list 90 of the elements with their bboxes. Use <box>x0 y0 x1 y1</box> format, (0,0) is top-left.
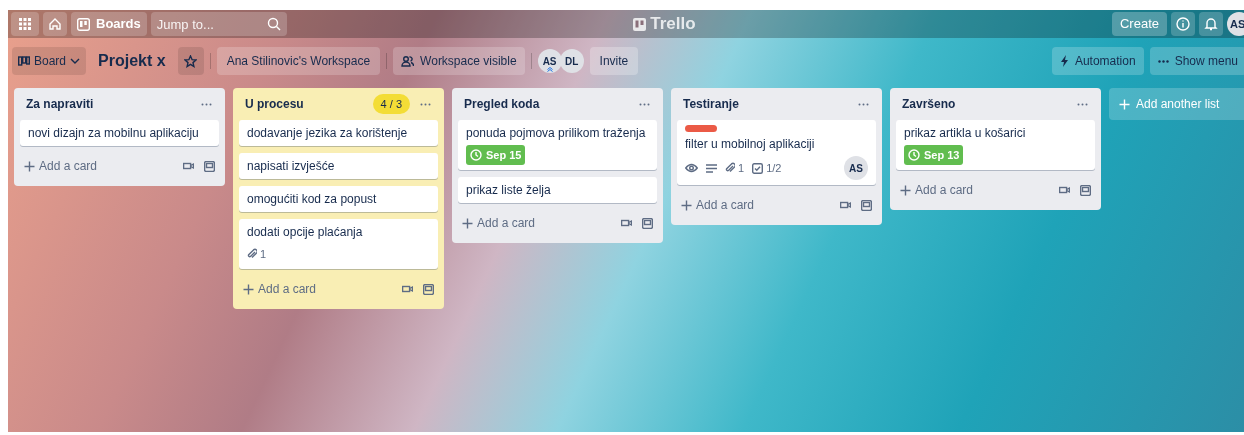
template-icon <box>642 217 653 229</box>
plus-icon <box>462 217 473 229</box>
card-title: ponuda pojmova prilikom traženja <box>466 125 647 141</box>
checklist-count: 1/2 <box>766 160 782 176</box>
more-icon <box>200 102 212 106</box>
board-title: Projekt x <box>97 51 167 71</box>
add-card-button[interactable]: Add a card <box>243 280 392 298</box>
video-icon <box>621 219 632 227</box>
logo-text: Trello <box>650 13 696 36</box>
add-card-button[interactable]: Add a card <box>900 181 1049 199</box>
visibility-button[interactable]: Workspace visible <box>393 47 525 75</box>
automation-button[interactable]: Automation <box>1051 47 1144 75</box>
card-title: omogućiti kod za popust <box>247 191 378 207</box>
card-title: filter u mobilnoj aplikaciji <box>685 136 816 152</box>
list-title: Testiranje <box>683 96 740 113</box>
card-title: dodati opcije plaćanja <box>247 224 364 240</box>
star-icon <box>184 54 198 68</box>
apps-button[interactable] <box>11 12 39 36</box>
more-icon <box>857 102 869 106</box>
paperclip-icon <box>247 248 257 260</box>
card-title: napisati izvješće <box>247 158 336 174</box>
more-icon <box>1157 59 1169 63</box>
video-icon <box>1059 186 1070 194</box>
more-icon <box>419 102 431 106</box>
list-title: Završeno <box>902 96 957 113</box>
member-avatar[interactable]: AS <box>537 49 562 73</box>
card-title: prikaz liste želja <box>466 182 552 198</box>
card-title: dodavanje jezika za korištenje <box>247 125 409 141</box>
attachment-count: 1 <box>260 246 267 262</box>
bell-icon <box>1204 17 1218 31</box>
lightning-icon <box>1059 55 1069 67</box>
plus-icon <box>24 160 35 172</box>
logo-icon <box>633 17 647 31</box>
list-title: Za napraviti <box>26 96 95 113</box>
info-button[interactable] <box>1171 12 1195 36</box>
grid-icon <box>19 18 31 30</box>
member-avatar[interactable]: AS <box>844 156 868 180</box>
template-icon <box>204 160 215 172</box>
more-icon <box>1076 102 1088 106</box>
video-icon <box>183 162 194 170</box>
template-icon <box>423 283 434 295</box>
card[interactable]: ponuda pojmova prilikom traženja Sep 15 <box>458 120 657 170</box>
home-icon <box>48 17 62 31</box>
wip-count: 4 / 3 <box>372 94 410 114</box>
board-view-icon <box>18 56 30 66</box>
notifications-button[interactable] <box>1199 12 1223 36</box>
add-card-button[interactable]: Add a card <box>681 196 830 214</box>
attachment-count: 1 <box>738 160 745 176</box>
avatar[interactable]: AS <box>1227 12 1244 36</box>
plus-icon <box>681 199 692 211</box>
card[interactable]: novi dizajn za mobilnu aplikaciju <box>20 120 219 146</box>
workspace-button[interactable]: Ana Stilinovic's Workspace <box>216 47 381 75</box>
info-icon <box>1176 17 1190 31</box>
card[interactable]: prikaz liste želja <box>458 177 657 203</box>
clock-icon <box>908 149 920 161</box>
add-card-button[interactable]: Add a card <box>24 157 173 175</box>
board-icon <box>77 17 90 31</box>
home-button[interactable] <box>43 12 67 36</box>
checklist-icon <box>752 162 764 174</box>
show-menu-button[interactable]: Show menu <box>1149 47 1244 75</box>
template-icon <box>861 199 872 211</box>
card-title: novi dizajn za mobilnu aplikaciju <box>28 125 200 141</box>
chevron-down-icon <box>70 57 81 65</box>
plus-icon <box>900 184 911 196</box>
card[interactable]: dodavanje jezika za korištenje <box>239 120 438 146</box>
search-icon <box>266 17 281 31</box>
due-date-badge: Sep 15 <box>466 145 526 165</box>
due-date-badge: Sep 13 <box>904 145 964 165</box>
people-icon <box>401 55 415 67</box>
card[interactable]: omogućiti kod za popust <box>239 186 438 212</box>
list-title: U procesu <box>245 96 305 113</box>
add-card-button[interactable]: Add a card <box>462 214 611 232</box>
member-avatar[interactable]: DL <box>559 49 584 73</box>
template-icon <box>1080 184 1091 196</box>
card[interactable]: napisati izvješće <box>239 153 438 179</box>
card-title: prikaz artikla u košarici <box>904 125 1027 141</box>
more-icon <box>638 102 650 106</box>
star-button[interactable] <box>177 47 204 75</box>
card[interactable]: filter u mobilnoj aplikaciji 1 1/2 AS <box>677 120 876 185</box>
clock-icon <box>470 149 482 161</box>
plus-icon <box>243 283 254 295</box>
card[interactable]: dodati opcije plaćanja 1 <box>239 219 438 269</box>
card[interactable]: prikaz artikla u košarici Sep 13 <box>896 120 1095 170</box>
video-icon <box>402 285 413 293</box>
paperclip-icon <box>725 162 735 174</box>
board-view-button[interactable]: Board <box>12 47 87 75</box>
invite-button[interactable]: Invite <box>589 47 639 75</box>
video-icon <box>840 201 851 209</box>
list-title: Pregled koda <box>464 96 541 113</box>
plus-icon <box>1119 98 1130 110</box>
